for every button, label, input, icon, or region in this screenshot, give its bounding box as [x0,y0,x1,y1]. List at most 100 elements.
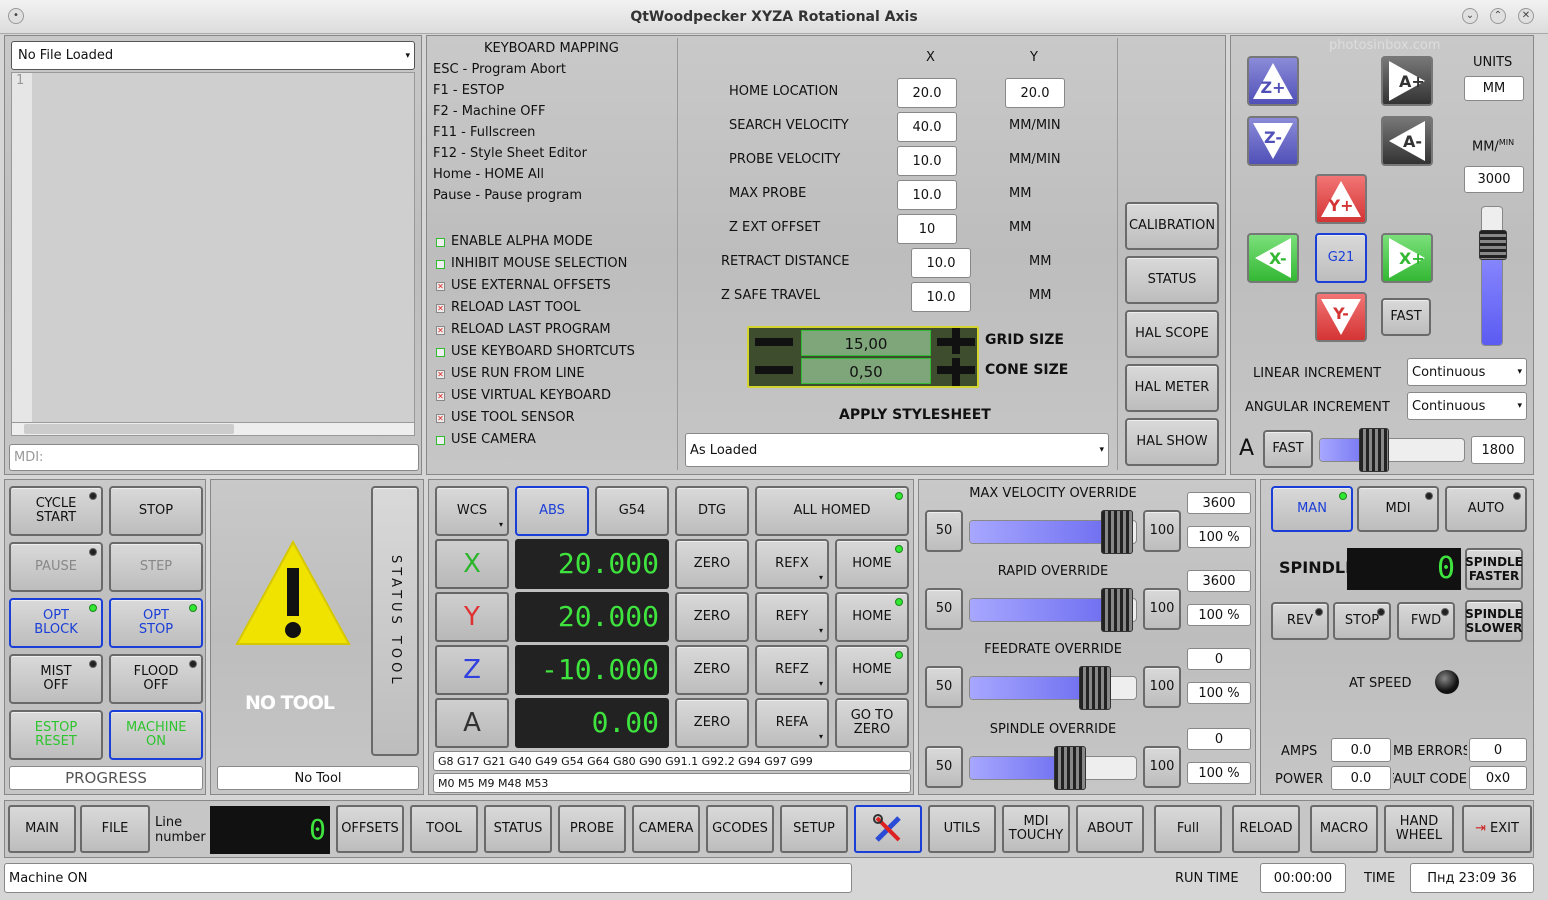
a-rate-value[interactable]: 1800 [1471,436,1525,464]
option-checkbox[interactable] [436,238,445,247]
all-homed-button[interactable]: ALL HOMED [755,486,909,536]
override-slider-handle[interactable] [1100,510,1133,554]
offsets-tab-button[interactable]: OFFSETS [336,805,404,853]
horizontal-scrollbar[interactable] [11,422,415,436]
angular-increment-select[interactable]: Continuous ▾ [1407,392,1527,420]
linear-increment-select[interactable]: Continuous ▾ [1407,358,1527,386]
override-value[interactable]: 3600 [1187,570,1251,592]
override-percent[interactable]: 100 % [1187,762,1251,784]
option-checkbox[interactable] [436,436,445,445]
probe-setting-value[interactable]: 10.0 [897,146,957,176]
setup-tab-button[interactable]: SETUP [780,805,848,853]
option-checkbox[interactable] [436,348,445,357]
mdi-touchy-tab-button[interactable]: MDI TOUCHY [1002,805,1070,853]
status-tool-button[interactable]: STATUS TOOL [371,486,419,756]
jog-y-minus-button[interactable]: Y- [1315,292,1367,342]
zero-button[interactable]: ZERO [675,645,749,695]
g54-button[interactable]: G54 [595,486,669,536]
opt-stop-button[interactable]: OPT STOP [109,598,203,648]
rate-slider-handle[interactable] [1479,230,1507,261]
decrease-icon[interactable] [755,338,793,346]
ref-button[interactable]: REFX ▾ [755,539,829,589]
override-value[interactable]: 0 [1187,728,1251,750]
maximize-icon[interactable]: ⌃ [1490,8,1506,24]
spindle-stop-button[interactable]: STOP [1333,602,1391,640]
cycle-start-button[interactable]: CYCLE START [9,486,103,536]
zero-button[interactable]: ZERO [675,592,749,642]
override-percent[interactable]: 100 % [1187,682,1251,704]
override-value[interactable]: 3600 [1187,492,1251,514]
scroll-thumb[interactable] [24,424,234,434]
tool-tab-button[interactable]: TOOL [410,805,478,853]
side-button[interactable]: HAL METER [1125,364,1219,412]
utils-tab-button[interactable]: UTILS [928,805,996,853]
override-slider-handle[interactable] [1079,666,1111,710]
g21-button[interactable]: G21 [1315,233,1367,283]
a-rate-slider[interactable] [1319,438,1465,462]
override-value[interactable]: 0 [1187,648,1251,670]
full-button[interactable]: Full [1154,805,1222,853]
mdi-input[interactable]: MDI: [9,444,419,471]
option-checkbox[interactable]: ✕ [436,282,445,291]
override-max-button[interactable]: 100 [1143,510,1181,552]
option-checkbox[interactable]: ✕ [436,304,445,313]
mdi-mode-button[interactable]: MDI [1357,486,1439,532]
gcodes-tab-button[interactable]: GCODES [706,805,774,853]
file-tab-button[interactable]: FILE [80,805,150,853]
stylesheet-select[interactable]: As Loaded ▾ [685,433,1109,467]
probe-setting-value[interactable]: 40.0 [897,112,957,142]
axis-a-button[interactable]: A [435,698,509,748]
zero-button[interactable]: ZERO [675,539,749,589]
probe-setting-value[interactable]: 20.0 [897,78,957,108]
jog-a-plus-button[interactable]: A+ [1381,56,1433,106]
file-select[interactable]: No File Loaded ▾ [11,41,415,70]
jog-x-plus-button[interactable]: X+ [1381,233,1433,283]
override-min-button[interactable]: 50 [925,510,963,552]
auto-mode-button[interactable]: AUTO [1445,486,1527,532]
axis-x-button[interactable]: X [435,539,509,589]
about-tab-button[interactable]: ABOUT [1076,805,1144,853]
opt-block-button[interactable]: OPT BLOCK [9,598,103,648]
axis-y-button[interactable]: Y [435,592,509,642]
jog-a-minus-button[interactable]: A- [1381,116,1433,166]
rate-slider[interactable] [1481,206,1503,346]
close-icon[interactable]: ✕ [1518,8,1534,24]
a-fast-button[interactable]: FAST [1263,430,1313,468]
axis-z-button[interactable]: Z [435,645,509,695]
estop-reset-button[interactable]: ESTOP RESET [9,710,103,760]
home-button[interactable]: HOME [835,539,909,589]
man-mode-button[interactable]: MAN [1271,486,1353,532]
home-button[interactable]: GO TO ZERO [835,698,909,748]
jog-x-minus-button[interactable]: X- [1247,233,1299,283]
fast-button[interactable]: FAST [1381,298,1431,336]
home-button[interactable]: HOME [835,592,909,642]
home-button[interactable]: HOME [835,645,909,695]
ref-button[interactable]: REFA ▾ [755,698,829,748]
override-min-button[interactable]: 50 [925,666,963,708]
option-checkbox[interactable]: ✕ [436,370,445,379]
probe-setting-value[interactable]: 10.0 [897,180,957,210]
override-max-button[interactable]: 100 [1143,588,1181,630]
probe-setting-value[interactable]: 10.0 [911,282,971,312]
status-tab-button[interactable]: STATUS [484,805,552,853]
decrease-icon[interactable] [755,366,793,374]
option-checkbox[interactable]: ✕ [436,326,445,335]
machine-on-button[interactable]: MACHINE ON [109,710,203,760]
flood-button[interactable]: FLOOD OFF [109,654,203,704]
jog-y-plus-button[interactable]: Y+ [1315,174,1367,224]
probe-tab-button[interactable]: PROBE [558,805,626,853]
spindle-faster-button[interactable]: SPINDLE FASTER [1465,548,1523,590]
jog-z-plus-button[interactable]: Z+ [1247,56,1299,106]
macro-button[interactable]: MACRO [1310,805,1378,853]
reload-button[interactable]: RELOAD [1232,805,1300,853]
pause-button[interactable]: PAUSE [9,542,103,592]
spindle-rev-button[interactable]: REV [1271,602,1329,640]
abs-button[interactable]: ABS [515,486,589,536]
side-button[interactable]: HAL SHOW [1125,418,1219,466]
exit-button[interactable]: ⇥ EXIT [1462,805,1532,853]
mist-button[interactable]: MIST OFF [9,654,103,704]
option-checkbox[interactable]: ✕ [436,414,445,423]
grid-size-value[interactable]: 15,00 [801,330,931,356]
probe-setting-value[interactable]: 10.0 [911,248,971,278]
jog-z-minus-button[interactable]: Z- [1247,116,1299,166]
